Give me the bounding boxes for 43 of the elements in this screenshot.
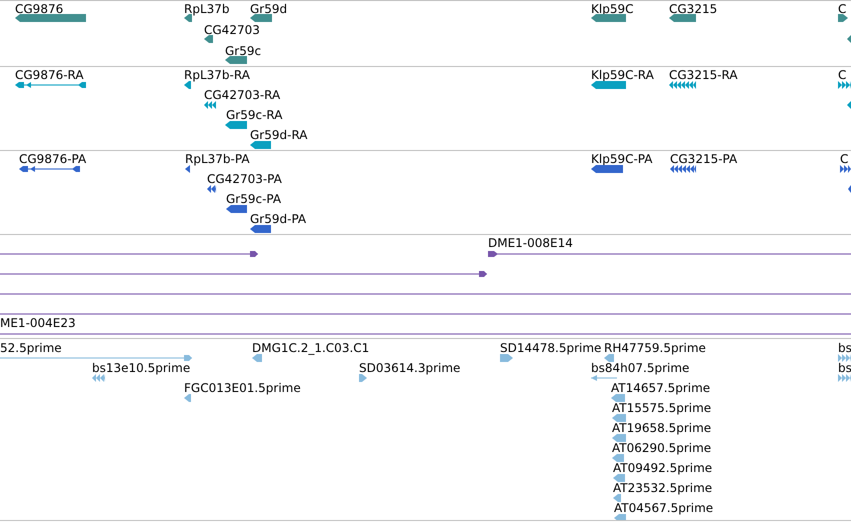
feature-label: AT23532.5prime	[613, 481, 712, 495]
feature-label: CG9876	[15, 2, 64, 16]
feature-label: CG3215-RA	[669, 68, 738, 82]
feature-label: RpL37b-PA	[185, 152, 250, 166]
feature-label: C	[838, 2, 846, 16]
feature-label: Gr59d-RA	[250, 128, 308, 142]
feature-label: SD03614.3prime	[359, 361, 460, 375]
feature-label: bs13e10.5prime	[92, 361, 190, 375]
feature-label: C	[838, 68, 846, 82]
feature-label: Gr59c-PA	[226, 192, 282, 206]
feature-label: RpL37b-RA	[184, 68, 250, 82]
feature-label: AT06290.5prime	[612, 441, 712, 455]
feature-label: Klp59C-PA	[591, 152, 652, 166]
feature-label: Klp59C	[591, 2, 634, 16]
feature-label: FGC013E01.5prime	[184, 381, 301, 395]
feature-label: bs84h07.5prime	[591, 361, 690, 375]
feature-label: RpL37b	[184, 2, 230, 16]
feature-label: C	[840, 152, 848, 166]
feature-label: AT19658.5prime	[612, 421, 712, 435]
feature-label: CG3215-PA	[670, 152, 738, 166]
feature-label: ME1-004E23	[0, 316, 76, 330]
feature-label: 52.5prime	[0, 341, 62, 355]
feature-label: AT09492.5prime	[613, 461, 712, 475]
feature-label: CG9876-RA	[15, 68, 84, 82]
feature-label: Gr59d-PA	[250, 212, 306, 226]
feature-label: DME1-008E14	[488, 236, 573, 250]
feature-label: Klp59C-RA	[591, 68, 654, 82]
feature-label: DMG1C.2_1.C03.C1	[252, 341, 370, 355]
feature-label: Gr59c	[225, 44, 262, 58]
feature-label: CG3215	[669, 2, 718, 16]
feature-label: bs	[838, 361, 851, 375]
feature-label: CG42703-RA	[204, 88, 280, 102]
feature-label: bs	[838, 341, 851, 355]
feature-label: CG42703	[204, 23, 260, 37]
feature-label: RH47759.5prime	[604, 341, 706, 355]
feature-label: AT15575.5prime	[612, 401, 712, 415]
feature-label: SD14478.5prime	[500, 341, 602, 355]
feature-label: CG9876-PA	[19, 152, 86, 166]
feature-label: AT04567.5prime	[614, 501, 714, 515]
feature-label: Gr59c-RA	[226, 108, 282, 122]
feature-label: Gr59d	[250, 2, 288, 16]
feature-label: AT14657.5prime	[611, 381, 710, 395]
feature-label: CG42703-PA	[207, 172, 282, 186]
